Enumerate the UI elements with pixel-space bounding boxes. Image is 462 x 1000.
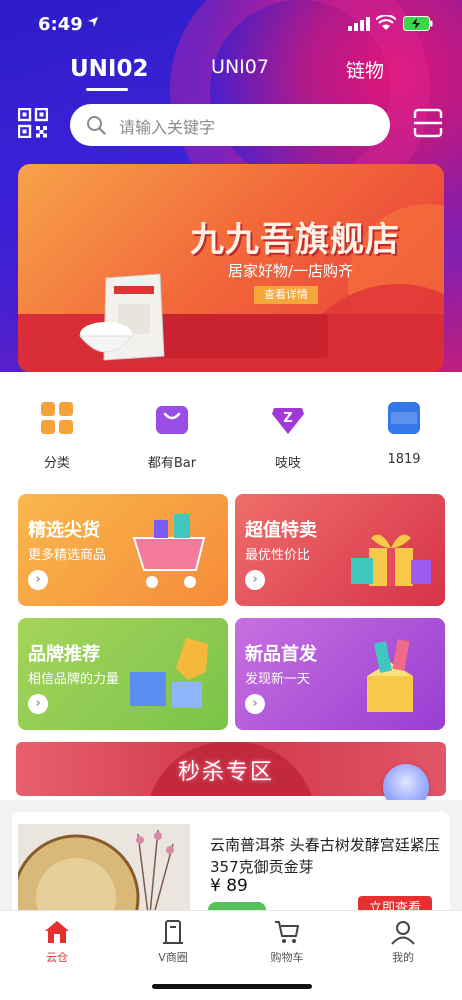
product-card[interactable]: 云南普洱茶 头春古树发酵宫廷紧压357克御贡金芽 ¥ 89 立即查看 [12, 812, 450, 922]
store-banner[interactable]: 九九吾旗舰店 居家好物/一店购齐 查看详情 [18, 164, 444, 372]
profile-icon [391, 921, 415, 945]
promo-card-new-arrival[interactable]: 新品首发 发现新一天 › [235, 618, 445, 730]
quick-entry-row: 分类 都有Bar Z 吱吱 1819 [0, 372, 462, 484]
banner-details-button[interactable]: 查看详情 [254, 286, 318, 304]
tea-cake-image [18, 829, 174, 920]
battery-charging-icon [403, 16, 433, 31]
promo-title: 超值特卖 [245, 520, 317, 541]
shopping-bag-icon [156, 406, 188, 434]
promo-title: 精选尖货 [28, 520, 100, 541]
grid-icon [41, 402, 73, 434]
promo-subtitle: 更多精选商品 [28, 548, 107, 563]
banner-podium [158, 314, 328, 358]
tab-lianwu[interactable]: 链物 [340, 56, 390, 83]
home-indicator [152, 984, 312, 989]
nav-item-cart[interactable]: 购物车 [247, 919, 327, 965]
promo-subtitle: 发现新一天 [245, 672, 311, 687]
tab-uni02[interactable]: UNI02 [70, 56, 149, 82]
shopping-cart-illustration [132, 514, 206, 588]
product-image [18, 824, 190, 920]
1819-logo-icon [388, 402, 420, 434]
arrow-right-icon: › [28, 694, 48, 714]
quick-entry-zhizhi[interactable]: Z 吱吱 [243, 400, 333, 471]
status-time: 6:49 [38, 14, 83, 35]
promo-subtitle: 相信品牌的力量 [28, 672, 120, 687]
arrow-right-icon: › [245, 570, 265, 590]
nav-item-yuncang[interactable]: 云仓 [17, 919, 97, 965]
nav-item-vshangquan[interactable]: V商圈 [133, 919, 213, 965]
promo-title: 品牌推荐 [28, 644, 100, 665]
quick-entry-1819[interactable]: 1819 [359, 400, 449, 467]
banner-subtitle: 居家好物/一店购齐 [228, 262, 354, 280]
gift-box-illustration [351, 534, 431, 586]
product-list: 云南普洱茶 头春古树发酵宫廷紧压357克御贡金芽 ¥ 89 立即查看 [0, 800, 462, 922]
wifi-icon [376, 15, 396, 30]
qr-code-icon[interactable] [18, 108, 48, 138]
cart-icon [275, 921, 299, 943]
arrow-right-icon: › [245, 694, 265, 714]
quick-entry-label: 分类 [43, 456, 70, 471]
promo-card-selected[interactable]: 精选尖货 更多精选商品 › [18, 494, 228, 606]
quick-entry-category[interactable]: 分类 [12, 400, 102, 471]
active-tab-indicator [86, 88, 128, 91]
search-input[interactable]: 请输入关键字 [70, 104, 390, 146]
promo-card-special-offer[interactable]: 超值特卖 最优性价比 › [235, 494, 445, 606]
flash-sale-title: 秒杀专区 [178, 760, 275, 785]
product-name: 云南普洱茶 头春古树发酵宫廷紧压357克御贡金芽 [210, 836, 440, 876]
flash-sale-banner[interactable]: 秒杀专区 [16, 742, 446, 796]
nav-label: 购物车 [270, 951, 304, 964]
nav-label: 我的 [392, 951, 414, 964]
home-icon [45, 921, 69, 943]
nav-item-profile[interactable]: 我的 [363, 919, 443, 965]
location-arrow-icon [88, 17, 98, 27]
arrow-right-icon: › [28, 570, 48, 590]
brand-illustration [130, 638, 208, 708]
promo-title: 新品首发 [245, 644, 317, 665]
nav-label: V商圈 [158, 951, 188, 964]
rice-bowl-image [78, 322, 134, 353]
signal-icon [348, 17, 370, 31]
status-bar: 6:49 [0, 0, 462, 50]
v-shop-icon [163, 920, 183, 944]
z-gem-icon: Z [272, 408, 304, 434]
banner-title: 九九吾旗舰店 [190, 220, 400, 260]
search-placeholder: 请输入关键字 [119, 118, 216, 137]
quick-entry-label: 1819 [387, 452, 421, 467]
quick-entry-label: 吱吱 [274, 456, 301, 471]
new-product-illustration [367, 639, 413, 712]
product-price: ¥ 89 [210, 876, 248, 896]
search-icon [87, 116, 106, 135]
svg-text:Z: Z [283, 411, 292, 426]
promo-grid: 精选尖货 更多精选商品 › 超值特卖 最优性价比 › 品牌推荐 相信品牌的力量 … [0, 484, 462, 740]
tab-uni07[interactable]: UNI07 [205, 56, 275, 78]
quick-entry-label: 都有Bar [147, 456, 197, 471]
nav-label: 云仓 [46, 951, 68, 964]
scan-icon[interactable] [413, 108, 443, 138]
promo-subtitle: 最优性价比 [245, 548, 311, 563]
quick-entry-douyoubar[interactable]: 都有Bar [127, 400, 217, 471]
promo-card-brand[interactable]: 品牌推荐 相信品牌的力量 › [18, 618, 228, 730]
